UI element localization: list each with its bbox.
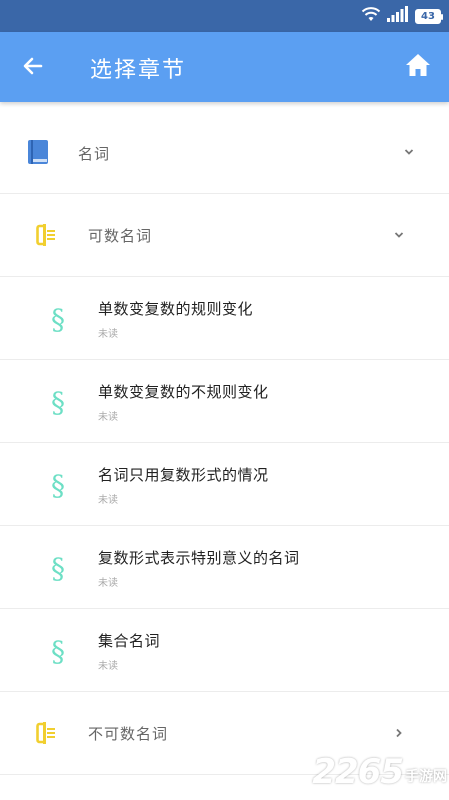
- chapter-label: 名词: [78, 145, 111, 163]
- signal-icon: [387, 6, 409, 26]
- svg-text:§: §: [51, 303, 65, 336]
- book-icon: [26, 139, 50, 165]
- lesson-title: 集合名词: [98, 632, 161, 650]
- chapter-list: 名词 可数名词 § 单数变复数的规则变化 未读 § 单数变复数的不规则变化 未读…: [0, 112, 449, 775]
- arrow-left-icon: [21, 54, 45, 82]
- lesson-row[interactable]: § 单数变复数的规则变化 未读: [0, 277, 449, 360]
- lesson-status: 未读: [98, 661, 118, 672]
- watermark-number: 2265: [312, 752, 404, 792]
- lesson-row[interactable]: § 名词只用复数形式的情况 未读: [0, 443, 449, 526]
- chevron-down-icon: [393, 229, 405, 241]
- section-label: 不可数名词: [88, 725, 169, 743]
- lesson-status: 未读: [98, 495, 118, 506]
- section-sign-icon: §: [46, 467, 70, 503]
- section-sign-icon: §: [46, 301, 70, 337]
- lesson-row[interactable]: § 集合名词 未读: [0, 609, 449, 692]
- section-label: 可数名词: [88, 227, 153, 245]
- watermark: 2265 手游网: [312, 752, 447, 792]
- lesson-status: 未读: [98, 329, 118, 340]
- lesson-row[interactable]: § 复数形式表示特别意义的名词 未读: [0, 526, 449, 609]
- lesson-title: 单数变复数的不规则变化: [98, 383, 269, 401]
- section-icon: [36, 223, 56, 247]
- lesson-title: 单数变复数的规则变化: [98, 300, 254, 318]
- section-icon: [36, 721, 56, 745]
- home-button[interactable]: [403, 52, 433, 82]
- page-title: 选择章节: [90, 58, 187, 83]
- lesson-title: 名词只用复数形式的情况: [98, 466, 269, 484]
- svg-text:§: §: [51, 386, 65, 419]
- svg-text:§: §: [51, 469, 65, 502]
- section-sign-icon: §: [46, 633, 70, 669]
- svg-text:§: §: [51, 552, 65, 585]
- app-bar: 选择章节: [0, 32, 449, 102]
- lesson-row[interactable]: § 单数变复数的不规则变化 未读: [0, 360, 449, 443]
- back-button[interactable]: [18, 53, 48, 83]
- chevron-right-icon: [393, 727, 405, 739]
- lesson-status: 未读: [98, 412, 118, 423]
- section-row-countable[interactable]: 可数名词: [0, 194, 449, 277]
- section-sign-icon: §: [46, 384, 70, 420]
- battery-icon: 43: [415, 8, 443, 24]
- svg-text:§: §: [51, 635, 65, 668]
- chevron-down-icon: [403, 146, 415, 158]
- chapter-row-nouns[interactable]: 名词: [0, 112, 449, 194]
- section-sign-icon: §: [46, 550, 70, 586]
- watermark-text: 手游网: [405, 769, 447, 785]
- wifi-icon: [361, 6, 381, 26]
- status-bar: 43: [0, 0, 449, 32]
- lesson-status: 未读: [98, 578, 118, 589]
- lesson-title: 复数形式表示特别意义的名词: [98, 549, 300, 567]
- status-icons: 43: [361, 6, 443, 26]
- home-icon: [405, 53, 431, 81]
